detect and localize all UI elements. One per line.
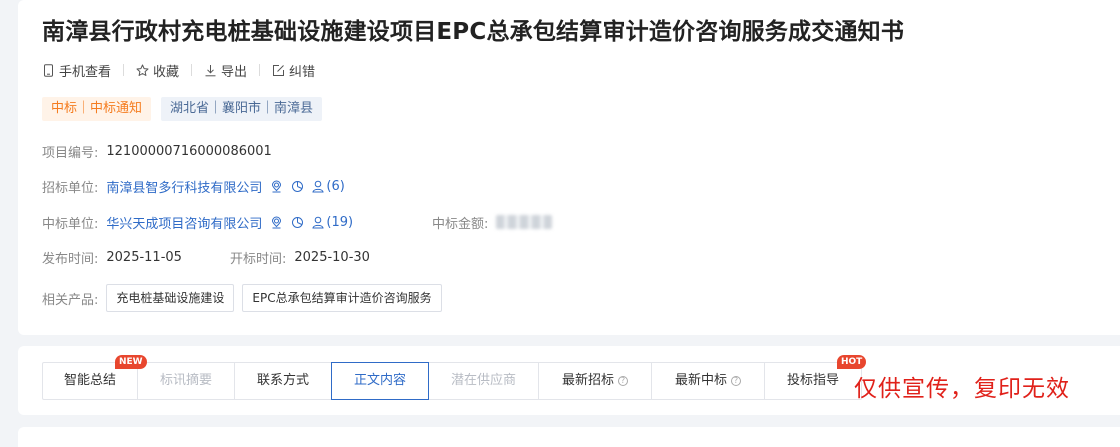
publish-row: 发布时间: 2025-11-05 bbox=[42, 247, 182, 267]
edit-icon bbox=[273, 64, 285, 76]
tab-label: 智能总结 bbox=[63, 373, 116, 388]
tab-label: 潜在供应商 bbox=[450, 373, 516, 388]
person-icon bbox=[312, 216, 324, 228]
winner-contacts-count: (19) bbox=[326, 214, 354, 230]
mobile-view-label: 手机查看 bbox=[59, 64, 112, 80]
tab-latest-awards[interactable]: 最新中标? bbox=[652, 363, 765, 399]
region-tag: 湖北省｜襄阳市｜南漳县 bbox=[161, 97, 323, 121]
pie-chart-icon[interactable] bbox=[291, 216, 304, 229]
product-tag[interactable]: 充电桩基础设施建设 bbox=[106, 284, 235, 312]
tab-label: 联系方式 bbox=[256, 373, 309, 388]
buyer-link[interactable]: 南漳县智多行科技有限公司 bbox=[106, 177, 262, 196]
tab-smart-summary[interactable]: 智能总结 NEW bbox=[43, 355, 147, 399]
hot-badge: HOT bbox=[837, 355, 867, 369]
tab-latest-tenders[interactable]: 最新招标? bbox=[539, 363, 652, 399]
buyer-row: 招标单位: 南漳县智多行科技有限公司 (6) bbox=[42, 176, 345, 196]
person-icon bbox=[312, 180, 324, 192]
tab-label: 投标指导 bbox=[786, 373, 839, 388]
tab-label: 最新中标 bbox=[674, 373, 727, 388]
divider bbox=[123, 64, 125, 76]
winner-label: 中标单位: bbox=[42, 216, 99, 232]
open-row: 开标时间: 2025-10-30 bbox=[230, 247, 370, 267]
download-icon bbox=[205, 64, 216, 76]
favorite-button[interactable]: 收藏 bbox=[136, 61, 179, 80]
section-tabs: 智能总结 NEW 标讯摘要 联系方式 正文内容 潜在供应商 最新招标? 最新中标… bbox=[42, 355, 867, 400]
tab-bid-guidance[interactable]: 投标指导 HOT bbox=[765, 355, 867, 399]
mobile-phone-icon bbox=[44, 63, 53, 77]
location-icon[interactable] bbox=[270, 180, 283, 193]
project-no-value: 12100000716000086001 bbox=[106, 143, 272, 159]
publish-date: 2025-11-05 bbox=[106, 249, 182, 265]
publish-label: 发布时间: bbox=[42, 251, 99, 267]
help-icon: ? bbox=[731, 376, 741, 386]
tab-summary[interactable]: 标讯摘要 bbox=[138, 363, 235, 399]
tab-label: 最新招标 bbox=[561, 373, 614, 388]
amount-row: 中标金额: bbox=[432, 212, 553, 232]
export-button[interactable]: 导出 bbox=[204, 61, 247, 80]
tab-content[interactable]: 正文内容 bbox=[331, 362, 429, 400]
buyer-contacts-count: (6) bbox=[326, 178, 345, 194]
product-tag[interactable]: EPC总承包结算审计造价咨询服务 bbox=[242, 284, 442, 312]
amount-value-blurred bbox=[496, 215, 553, 229]
notice-type-tag: 中标｜中标通知 bbox=[42, 97, 152, 121]
favorite-label: 收藏 bbox=[153, 64, 180, 80]
buyer-contacts-button[interactable]: (6) bbox=[312, 178, 345, 194]
content-card bbox=[18, 427, 1120, 447]
mobile-view-button[interactable]: 手机查看 bbox=[42, 61, 111, 80]
winner-contacts-button[interactable]: (19) bbox=[312, 215, 353, 230]
project-no-label: 项目编号: bbox=[42, 145, 99, 161]
tab-label: 标讯摘要 bbox=[159, 373, 212, 388]
tab-contacts[interactable]: 联系方式 bbox=[235, 363, 332, 399]
winner-link[interactable]: 华兴天成项目咨询有限公司 bbox=[106, 213, 262, 232]
tag-group: 中标｜中标通知 湖北省｜襄阳市｜南漳县 bbox=[42, 97, 332, 121]
products-label: 相关产品: bbox=[42, 292, 99, 308]
open-date: 2025-10-30 bbox=[294, 249, 370, 265]
tab-potential-suppliers[interactable]: 潜在供应商 bbox=[429, 363, 539, 399]
project-no-row: 项目编号: 12100000716000086001 bbox=[42, 141, 272, 161]
amount-label: 中标金额: bbox=[432, 216, 489, 232]
winner-row: 中标单位: 华兴天成项目咨询有限公司 (19) bbox=[42, 212, 353, 232]
divider bbox=[259, 64, 261, 76]
star-icon bbox=[136, 64, 149, 76]
buyer-label: 招标单位: bbox=[42, 180, 99, 196]
products-row: 相关产品: 充电桩基础设施建设 EPC总承包结算审计造价咨询服务 bbox=[42, 284, 442, 312]
pie-chart-icon[interactable] bbox=[291, 180, 304, 193]
correct-button[interactable]: 纠错 bbox=[272, 61, 315, 80]
correct-label: 纠错 bbox=[289, 64, 316, 80]
tab-label: 正文内容 bbox=[353, 373, 406, 388]
divider bbox=[191, 64, 193, 76]
page-title: 南漳县行政村充电桩基础设施建设项目EPC总承包结算审计造价咨询服务成交通知书 bbox=[42, 19, 905, 45]
help-icon: ? bbox=[618, 376, 628, 386]
open-label: 开标时间: bbox=[230, 251, 287, 267]
location-icon[interactable] bbox=[270, 216, 283, 229]
action-bar: 手机查看 收藏 导出 纠错 bbox=[42, 60, 315, 80]
watermark-text: 仅供宣传，复印无效 bbox=[854, 376, 1070, 402]
export-label: 导出 bbox=[221, 64, 248, 80]
